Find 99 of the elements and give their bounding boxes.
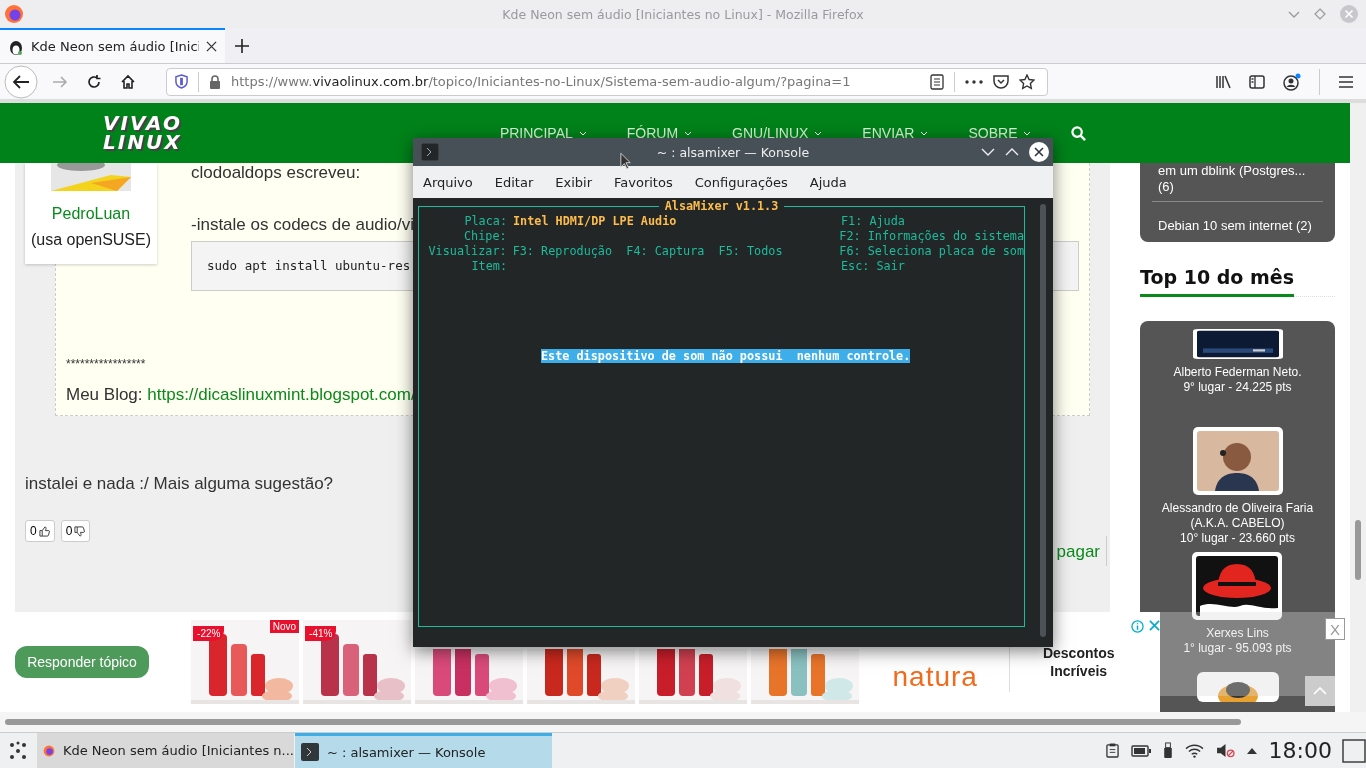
member-score: 1° lugar - 95.093 pts — [1183, 641, 1292, 656]
usb-drive-icon[interactable] — [1162, 742, 1173, 759]
task-label: ~ : alsamixer — Konsole — [327, 744, 486, 760]
key-hint: F1: Ajuda — [841, 214, 905, 229]
close-icon[interactable] — [1029, 142, 1049, 162]
field-value: F3: Reprodução F4: Captura F5: Todos — [512, 244, 783, 258]
menu-icon[interactable] — [1338, 74, 1354, 89]
key-hint: F6: Seleciona placa de som — [839, 244, 1024, 259]
topic-link[interactable]: em um dblink (Postgres... (6) — [1158, 163, 1320, 201]
blog-link[interactable]: https://dicaslinuxmint.blogspot.com/ — [147, 385, 416, 404]
quote-text: -instale os codecs de audio/vi — [191, 215, 415, 235]
author-name[interactable]: PedroLuan — [51, 205, 131, 223]
like-button[interactable]: 0 — [25, 520, 55, 542]
member-score: 9° lugar - 24.225 pts — [1183, 380, 1292, 395]
menu-item[interactable]: Exibir — [555, 174, 592, 190]
caret-icon — [684, 130, 693, 136]
taskbar-task[interactable]: ~ : alsamixer — Konsole — [295, 733, 552, 768]
nav-link[interactable]: FÓRUM — [626, 125, 693, 141]
nav-link[interactable]: ENVIAR — [862, 125, 929, 141]
home-icon[interactable] — [120, 73, 136, 90]
menu-item[interactable]: Editar — [494, 174, 534, 190]
library-icon[interactable] — [1215, 74, 1231, 89]
caret-icon — [1023, 130, 1032, 136]
minimize-icon[interactable] — [981, 147, 995, 157]
menu-item[interactable]: Favoritos — [614, 174, 673, 190]
account-icon[interactable] — [1283, 72, 1301, 91]
section-heading: Top 10 do mês — [1140, 266, 1295, 297]
field-label: Item: — [470, 259, 507, 274]
caret-icon — [578, 130, 587, 136]
field-label: Placa: — [463, 214, 507, 229]
quote-author: clodoaldops escreveu: — [191, 163, 361, 183]
sidebar-icon[interactable] — [1249, 74, 1265, 89]
more-icon[interactable] — [965, 79, 983, 84]
new-tab-icon[interactable] — [235, 38, 249, 53]
reader-view-icon[interactable] — [930, 73, 944, 90]
field-label: Visualizar: — [427, 244, 507, 259]
menu-item[interactable]: Ajuda — [809, 174, 847, 190]
show-desktop-icon[interactable] — [1342, 738, 1366, 763]
key-hint: F2: Informações do sistema — [839, 229, 1024, 244]
terminal-icon — [301, 743, 319, 761]
menu-item[interactable]: Arquivo — [423, 174, 473, 190]
discount-badge: -22% — [193, 626, 225, 641]
caret-icon — [920, 130, 929, 136]
signature-line: ***************** — [66, 357, 147, 371]
pointer-icon — [620, 152, 632, 170]
back-icon[interactable] — [4, 64, 38, 99]
firefox-icon — [4, 4, 24, 24]
wifi-icon[interactable] — [1184, 743, 1204, 758]
clock[interactable]: 18:00 — [1268, 738, 1332, 763]
caret-up-icon[interactable] — [1246, 747, 1257, 754]
reply-text: instalei e nada :/ Mais alguma sugestão? — [25, 474, 335, 494]
dislike-button[interactable]: 0 — [60, 520, 91, 542]
lock-icon — [209, 74, 221, 89]
caret-up-icon — [1313, 687, 1327, 695]
thumbs-up-icon — [38, 525, 50, 537]
topic-link[interactable]: Debian 10 sem internet (2) — [1152, 201, 1323, 234]
url-text: https://www.vivaolinux.com.br/topico/Iniciantes-no-Linux/Sistema-sem-audio-algum/?pagina=1 — [231, 74, 852, 89]
nav-link[interactable]: SOBRE — [968, 125, 1032, 141]
clipboard-icon[interactable] — [1105, 743, 1119, 758]
app-launcher-icon[interactable] — [7, 739, 29, 762]
close-icon[interactable] — [206, 41, 217, 52]
star-icon[interactable] — [1019, 73, 1035, 90]
battery-icon[interactable] — [1130, 744, 1151, 757]
member-score: 10° lugar - 23.660 pts — [1180, 531, 1295, 546]
menu-item[interactable]: Configurações — [694, 174, 788, 190]
reload-icon[interactable] — [86, 73, 102, 90]
ad-headline: Descontos Incríveis — [1041, 644, 1116, 680]
thumbs-down-icon — [74, 525, 86, 537]
muted-speaker-icon[interactable] — [1215, 743, 1235, 758]
member-name[interactable]: Xerxes Lins — [1206, 626, 1269, 641]
taskbar-task[interactable]: Kde Neon sem áudio [Iniciantes n... — [37, 733, 294, 768]
new-tag: Novo — [269, 620, 300, 633]
delete-link[interactable]: pagar — [1056, 542, 1100, 562]
discount-badge: -41% — [305, 626, 337, 641]
window-title: Kde Neon sem áudio [Iniciantes no Linux] - Mozilla Firefox — [502, 6, 864, 22]
task-label: Kde Neon sem áudio [Iniciantes n... — [62, 743, 294, 758]
author-distro: (usa openSUSE) — [30, 231, 152, 249]
nav-link[interactable]: PRINCIPAL — [499, 125, 587, 141]
window-title: ~ : alsamixer — Konsole — [656, 144, 810, 160]
field-label: Chipe: — [463, 229, 507, 244]
address-field[interactable]: https://www.vivaolinux.com.br/topico/Iniciantes-no-Linux/Sistema-sem-audio-algum/?pagina=1 — [166, 67, 1048, 96]
pocket-icon[interactable] — [993, 74, 1009, 89]
shield-icon[interactable] — [175, 74, 188, 89]
nav-link[interactable]: GNU/LINUX — [732, 125, 823, 141]
status-message: Este dispositivo de som não possui nenhum controle. — [541, 349, 911, 363]
scrollbar[interactable] — [5, 719, 1241, 725]
info-icon[interactable] — [1131, 620, 1144, 633]
penguin-icon — [8, 38, 24, 55]
site-logo[interactable]: VIVAO LINUX — [103, 114, 182, 152]
caret-icon — [814, 130, 823, 136]
member-name[interactable]: Alessandro de Oliveira Faria (A.K.A. CABELO) — [1152, 501, 1323, 531]
member-name[interactable]: Alberto Federman Neto. — [1173, 365, 1302, 380]
scrollbar[interactable] — [1355, 520, 1361, 580]
scrollbar[interactable] — [1040, 204, 1046, 637]
blog-label: Meu Blog: — [66, 385, 143, 404]
terminal-icon — [421, 143, 439, 161]
field-value: Intel HDMI/DP LPE Audio — [513, 214, 677, 228]
search-icon[interactable] — [1071, 125, 1087, 141]
key-hint: Esc: Sair — [841, 259, 905, 274]
